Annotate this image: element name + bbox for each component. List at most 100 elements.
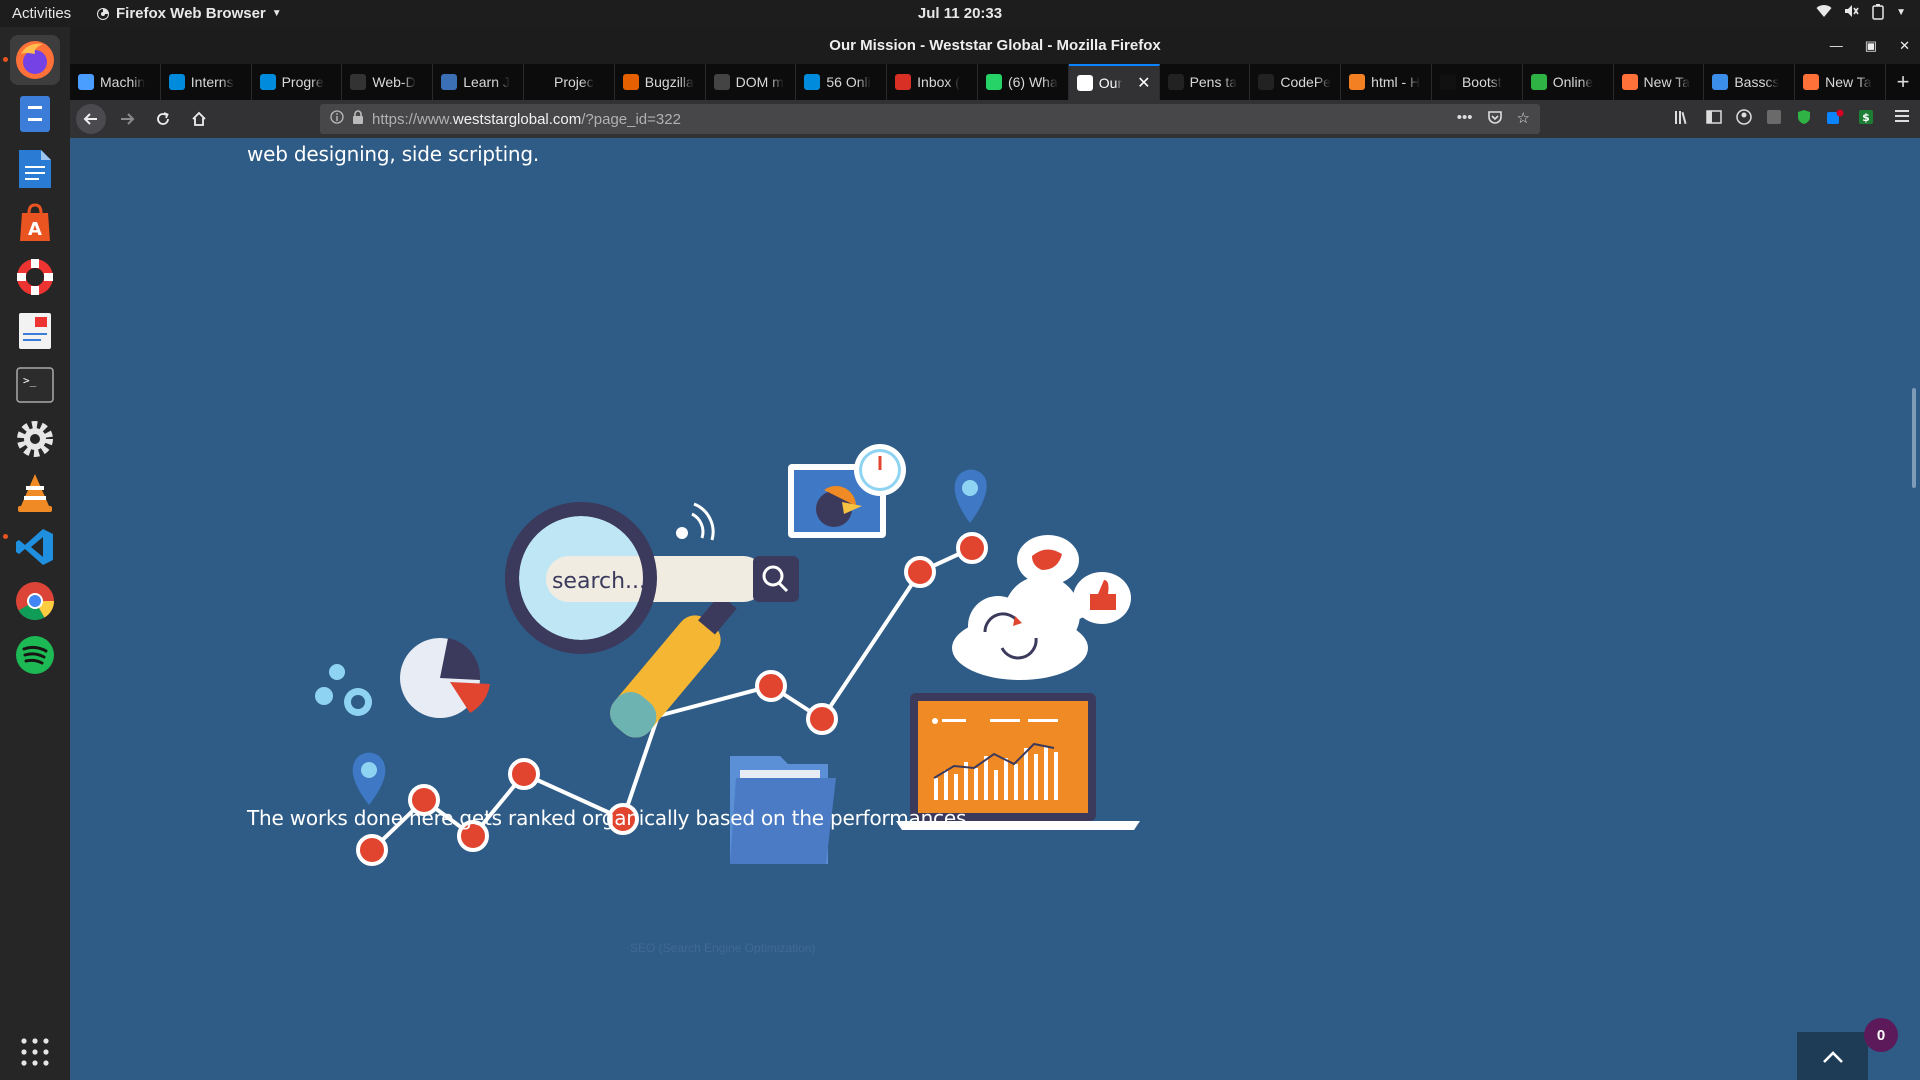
dock-terminal[interactable]: >_: [10, 360, 60, 410]
tab-label: Bootst: [1461, 74, 1502, 90]
dock-help[interactable]: [10, 252, 60, 302]
firefox-icon: [97, 7, 109, 20]
tab[interactable]: Our ✕: [1068, 64, 1160, 100]
files-icon: [20, 96, 50, 132]
tab-label: (6) Wha: [1007, 74, 1058, 90]
forward-button[interactable]: [112, 104, 142, 134]
show-applications-button[interactable]: [10, 1027, 60, 1077]
tab[interactable]: Learn J: [433, 64, 524, 100]
dock-writer[interactable]: [10, 144, 60, 194]
extension-icon[interactable]: [1766, 109, 1782, 129]
bookmark-star-icon[interactable]: ☆: [1517, 109, 1530, 129]
gears-icon: [315, 664, 372, 716]
blank-icon: [531, 74, 548, 90]
stackoverflow-icon: [1349, 74, 1366, 90]
dock-chrome[interactable]: [10, 576, 60, 626]
info-icon[interactable]: [330, 110, 344, 128]
tab-label: Pens ta: [1189, 74, 1238, 90]
url-text[interactable]: https://www.weststarglobal.com/?page_id=…: [372, 111, 681, 128]
url-bar[interactable]: https://www.weststarglobal.com/?page_id=…: [320, 104, 1540, 134]
tab[interactable]: Interns: [161, 64, 252, 100]
tab[interactable]: Online: [1523, 64, 1614, 100]
dock-vscode[interactable]: [10, 522, 60, 572]
tab-label: New Ta: [1825, 74, 1872, 90]
page-actions-button[interactable]: •••: [1457, 109, 1473, 129]
image-caption: SEO (Search Engine Optimization): [630, 941, 816, 955]
window-titlebar[interactable]: Our Mission - Weststar Global - Mozilla …: [70, 27, 1920, 64]
internshala-icon: [259, 74, 276, 90]
tab[interactable]: Inbox (: [887, 64, 978, 100]
tab[interactable]: 56 Onli: [796, 64, 888, 100]
seo-illustration: search...: [315, 444, 1140, 866]
gauge-icon: [854, 444, 906, 496]
dock-screenshot-viewer[interactable]: [10, 306, 60, 356]
tab[interactable]: Machin: [70, 64, 161, 100]
page-icon: [1076, 75, 1093, 91]
paragraph-intro: web designing, side scripting.: [247, 142, 540, 166]
medium-icon: [1439, 74, 1456, 90]
dock-settings[interactable]: [10, 414, 60, 464]
scroll-to-top-button[interactable]: [1797, 1032, 1868, 1080]
pocket-icon[interactable]: [1487, 109, 1503, 129]
extension-badge-icon[interactable]: [1826, 109, 1844, 129]
home-button[interactable]: [184, 104, 214, 134]
maximize-button[interactable]: ▣: [1865, 27, 1877, 64]
clock[interactable]: Jul 11 20:33: [918, 5, 1002, 22]
dock-software[interactable]: A: [10, 198, 60, 248]
notification-badge[interactable]: 0: [1864, 1018, 1898, 1052]
wave-icon: [1712, 74, 1729, 90]
tab[interactable]: DOM m: [706, 64, 797, 100]
dock-files[interactable]: [10, 89, 60, 139]
dock-vlc[interactable]: [10, 468, 60, 518]
minimize-button[interactable]: ―: [1830, 27, 1843, 64]
firefox-icon: [16, 41, 54, 79]
tab-label: Learn J: [463, 74, 510, 90]
shield-icon[interactable]: [1796, 109, 1812, 129]
chrome-icon: [16, 582, 55, 621]
tab[interactable]: New Ta: [1795, 64, 1886, 100]
tab-label: CodePe: [1280, 74, 1331, 90]
url-path: /?page_id=322: [581, 110, 681, 128]
reload-button[interactable]: [148, 104, 178, 134]
tab-label: Bugzilla: [644, 74, 694, 90]
infinity-icon: [78, 74, 94, 90]
close-tab-icon[interactable]: ✕: [1137, 73, 1150, 93]
lock-icon[interactable]: [352, 110, 364, 128]
tab[interactable]: Pens ta: [1160, 64, 1251, 100]
back-button[interactable]: [76, 104, 106, 134]
tab-label: DOM m: [735, 74, 784, 90]
spotify-icon: [16, 636, 54, 674]
tab[interactable]: Bootst: [1432, 64, 1523, 100]
tab[interactable]: CodePe: [1250, 64, 1342, 100]
internshala-icon: [168, 74, 185, 90]
tab-label: Projec: [553, 74, 594, 90]
new-tab-button[interactable]: +: [1886, 64, 1920, 100]
dollar-extension-icon[interactable]: $: [1858, 109, 1874, 129]
tab[interactable]: Basscs: [1704, 64, 1796, 100]
app-menu[interactable]: Firefox Web Browser ▼: [96, 5, 282, 22]
tab[interactable]: Bugzilla: [615, 64, 706, 100]
account-icon[interactable]: [1736, 109, 1752, 129]
url-host: weststarglobal.com: [452, 110, 582, 128]
tab[interactable]: (6) Wha: [978, 64, 1069, 100]
sidebar-icon[interactable]: [1706, 109, 1722, 129]
dock-firefox[interactable]: [10, 35, 60, 85]
page-scrollbar[interactable]: [1908, 138, 1920, 1080]
codepen-icon: [1258, 74, 1275, 90]
dock-spotify[interactable]: [10, 630, 60, 680]
scrollbar-thumb[interactable]: [1912, 388, 1916, 488]
tab-label: Online: [1552, 74, 1594, 90]
system-tray[interactable]: ▼: [1816, 4, 1906, 24]
tab[interactable]: New Ta: [1614, 64, 1705, 100]
close-window-button[interactable]: ✕: [1899, 27, 1910, 64]
tab[interactable]: Projec: [524, 64, 615, 100]
hamburger-menu-icon[interactable]: [1894, 109, 1910, 129]
location-pin-icon: [352, 752, 386, 805]
library-icon[interactable]: [1674, 109, 1692, 129]
tab[interactable]: Web-D: [342, 64, 434, 100]
chevron-down-icon: ▼: [271, 8, 282, 19]
tab[interactable]: Progre: [252, 64, 343, 100]
gmail-icon: [895, 74, 912, 90]
tab[interactable]: html - H: [1341, 64, 1432, 100]
activities-button[interactable]: Activities: [12, 5, 71, 22]
